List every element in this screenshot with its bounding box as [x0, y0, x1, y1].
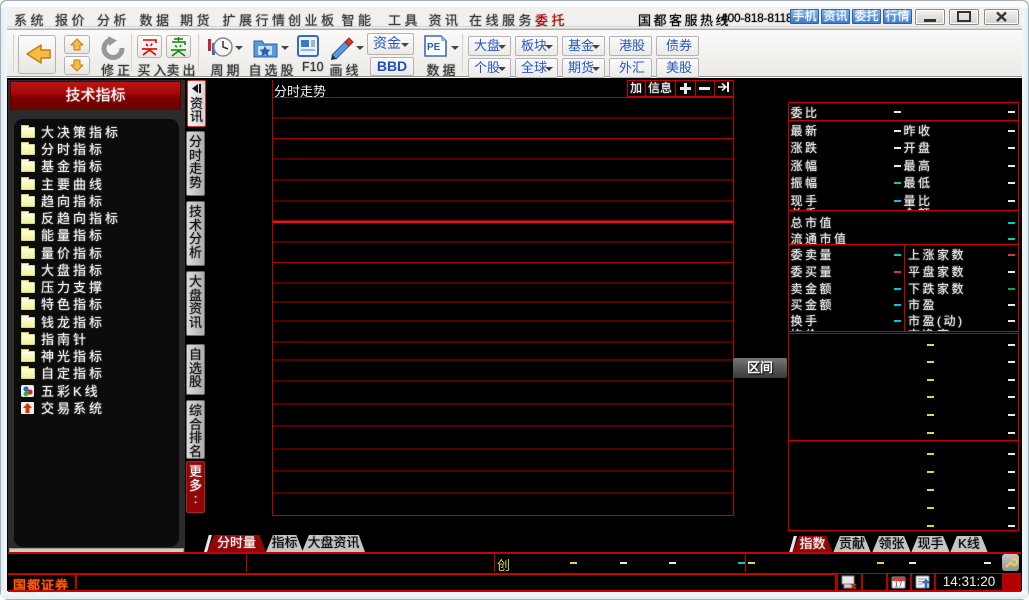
svg-text:17: 17 [895, 582, 903, 589]
svg-text:PE: PE [427, 42, 441, 53]
